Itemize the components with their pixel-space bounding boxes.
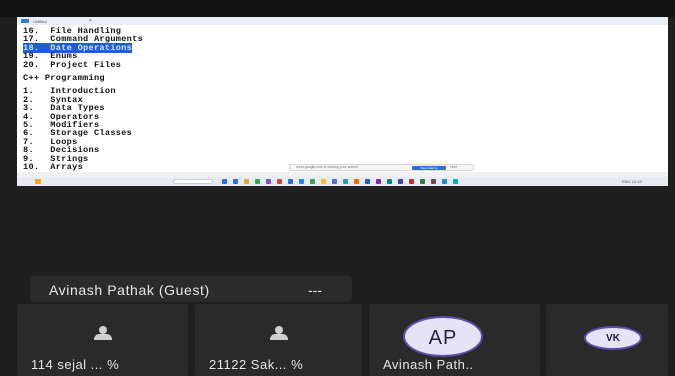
hide-button[interactable]: Hide (450, 165, 457, 170)
participant-tile[interactable]: AP Avinash Path.. (369, 304, 540, 376)
taskbar-app-icon[interactable] (288, 179, 293, 184)
taskbar-app-icon[interactable] (310, 179, 315, 184)
avatar-initials: AP (428, 327, 458, 349)
close-icon[interactable]: × (89, 18, 92, 24)
app-icon (21, 19, 29, 23)
participant-tile[interactable]: 21122 Sak... % (195, 304, 362, 376)
taskbar-search[interactable] (173, 179, 213, 184)
taskbar-app-icon[interactable] (343, 179, 348, 184)
document-line: C++ Programming (23, 73, 143, 84)
taskbar: ENG 10:42 (17, 177, 668, 186)
more-options-button[interactable]: --- (308, 282, 322, 298)
document-line: 20. Project Files (23, 59, 143, 70)
window-tab[interactable]: Untitled (33, 19, 47, 24)
participant-name: 21122 Sak... % (209, 357, 304, 372)
taskbar-app-icon[interactable] (398, 179, 403, 184)
taskbar-app-icon[interactable] (222, 179, 227, 184)
taskbar-app-icon[interactable] (376, 179, 381, 184)
participant-name: 114 sejal ... % (31, 357, 120, 372)
avatar: AP (403, 316, 483, 357)
stop-sharing-button[interactable]: Stop sharing (412, 165, 446, 170)
share-message: meet.google.com is sharing your screen. (296, 165, 360, 169)
document-line-text: 20. Project Files (23, 59, 122, 70)
presenter-name-bar: Avinash Pathak (Guest) --- (30, 276, 352, 302)
document-line-text: C++ Programming (23, 73, 105, 84)
taskbar-app-icon[interactable] (420, 179, 425, 184)
taskbar-app-icon[interactable] (354, 179, 359, 184)
participant-name: Avinash Path.. (383, 357, 474, 372)
person-icon (269, 326, 289, 340)
document-body: 16. File Handling 17. Command Arguments 18… (23, 27, 143, 180)
taskbar-app-icon[interactable] (321, 179, 326, 184)
taskbar-app-icon[interactable] (332, 179, 337, 184)
taskbar-app-icon[interactable] (453, 179, 458, 184)
taskbar-app-icon[interactable] (244, 179, 249, 184)
taskbar-app-icon[interactable] (442, 179, 447, 184)
taskbar-app-icon[interactable] (255, 179, 260, 184)
avatar-initials: VK (606, 333, 620, 344)
participant-tile[interactable]: 114 sejal ... % (17, 304, 188, 376)
taskbar-app-icon[interactable] (431, 179, 436, 184)
start-icon[interactable] (35, 179, 41, 184)
taskbar-app-icon[interactable] (266, 179, 271, 184)
top-bar (0, 0, 675, 17)
avatar: VK (584, 326, 642, 350)
taskbar-app-icon[interactable] (387, 179, 392, 184)
taskbar-app-icon[interactable] (277, 179, 282, 184)
presenter-name: Avinash Pathak (Guest) (49, 282, 210, 298)
taskbar-app-icon[interactable] (365, 179, 370, 184)
system-tray: ENG 10:42 (622, 179, 642, 184)
window-titlebar: Untitled × (17, 17, 668, 25)
taskbar-app-icon[interactable] (409, 179, 414, 184)
taskbar-app-icon[interactable] (233, 179, 238, 184)
shared-screen: Untitled × 16. File Handling 17. Command … (17, 17, 668, 186)
person-icon (93, 326, 113, 340)
taskbar-app-icon[interactable] (299, 179, 304, 184)
participant-tile[interactable]: VK (546, 304, 668, 376)
share-notification: meet.google.com is sharing your screen. … (289, 164, 474, 171)
